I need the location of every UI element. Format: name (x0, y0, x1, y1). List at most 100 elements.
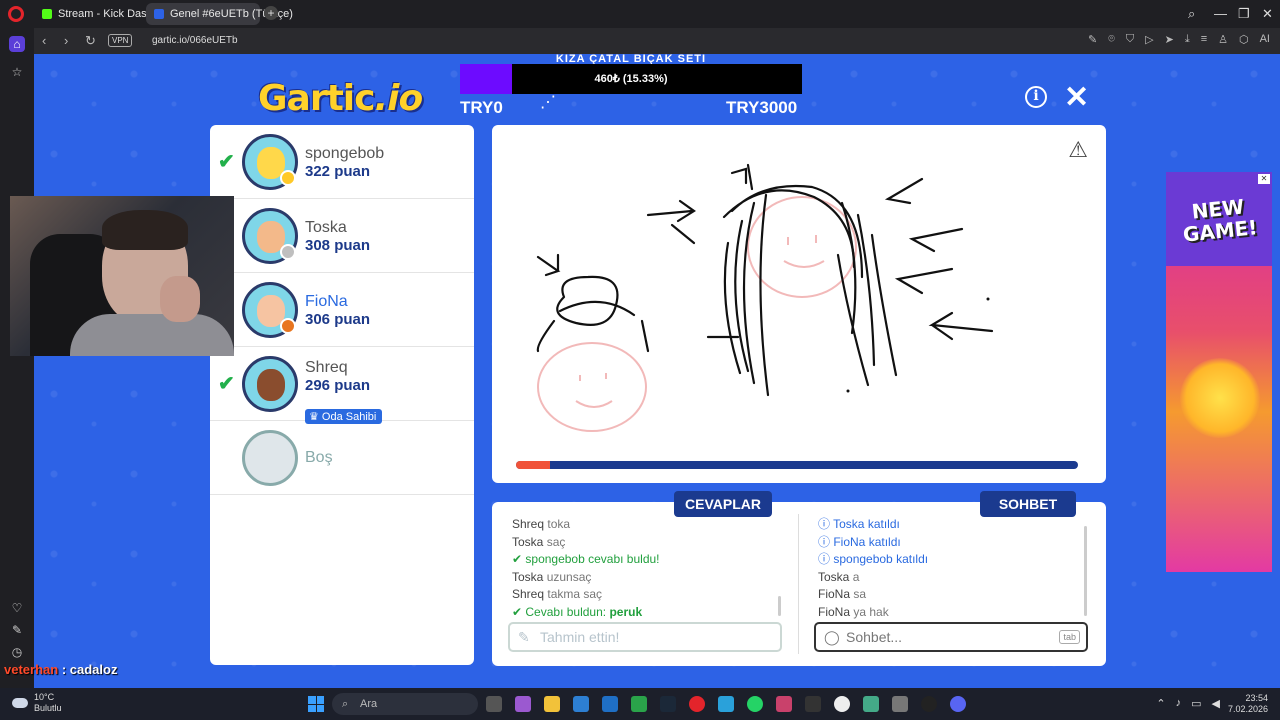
taskbar-apps (486, 696, 966, 712)
ad-close-icon[interactable]: ✕ (1258, 174, 1270, 184)
new-tab-button[interactable]: + (264, 6, 278, 20)
weather-desc: Bulutlu (34, 703, 62, 713)
info-icon: ⓘ (818, 552, 834, 566)
answer-word: peruk (609, 604, 643, 619)
file-explorer-icon[interactable] (544, 696, 560, 712)
info-icon[interactable]: i (1025, 86, 1047, 108)
star-icon[interactable]: ☆ (9, 64, 25, 80)
extensions-icon[interactable]: ⬡ (1239, 33, 1249, 46)
url-field[interactable]: gartic.io/066eUETb (152, 35, 238, 46)
profile-icon[interactable]: ♙ (1218, 33, 1228, 46)
clock-time: 23:54 (1245, 693, 1268, 703)
xbox-icon[interactable] (631, 696, 647, 712)
share-icon[interactable]: ⋰ (540, 92, 556, 112)
ad-text: NEW GAME! (1172, 193, 1266, 246)
send-icon[interactable]: ➤ (1165, 33, 1174, 46)
shield-icon[interactable]: ⛉ (1126, 33, 1134, 46)
epic-games-icon[interactable] (805, 696, 821, 712)
home-icon[interactable]: ⌂ (9, 36, 25, 52)
advertisement[interactable]: NEW GAME! ✕ (1166, 172, 1272, 572)
forward-icon[interactable]: › (64, 33, 68, 48)
whatsapp-icon[interactable] (747, 696, 763, 712)
stream-chat-message: : cadaloz (61, 662, 118, 677)
github-icon[interactable] (921, 696, 937, 712)
task-view-icon[interactable] (486, 696, 502, 712)
drawing-canvas[interactable]: ⚠ (492, 125, 1106, 483)
taskbar-search[interactable]: ⌕ Ara (332, 693, 478, 715)
store-icon[interactable] (573, 696, 589, 712)
vpn-badge[interactable]: VPN (108, 34, 133, 47)
camera-icon[interactable]: ⌾ (1108, 33, 1115, 46)
tab-kick-dashboard[interactable]: Stream - Kick Dashboard (34, 3, 181, 25)
player-list: ✔ spongebob 322 puan Toska 308 puan FioN… (210, 125, 474, 665)
download-icon[interactable]: ⤓ (1185, 33, 1190, 46)
windows-start-icon[interactable] (308, 696, 324, 712)
drawing (536, 163, 994, 432)
chevron-up-icon[interactable]: ⌃ (1156, 697, 1165, 710)
address-bar: ‹ › ↻ VPN gartic.io/066eUETb ✎ ⌾ ⛉ ▷ ➤ ⤓… (34, 28, 1280, 54)
ad-sun-image (1180, 358, 1260, 438)
obs-icon[interactable] (834, 696, 850, 712)
monitor-icon[interactable]: ▭ (1191, 697, 1201, 710)
maximize-button[interactable]: ❐ (1238, 6, 1250, 22)
clock-date: 7.02.2026 (1227, 704, 1268, 714)
volume-icon[interactable]: ◀ (1212, 697, 1220, 710)
info-icon: ⓘ (818, 517, 834, 531)
opera-logo-icon[interactable] (8, 6, 24, 22)
app-icon[interactable] (863, 696, 879, 712)
ai-button[interactable]: AI (1260, 33, 1270, 46)
player-row: ✔ Shreq 296 puan ♛ Oda Sahibi (210, 347, 474, 424)
message-user: Toska (818, 569, 850, 584)
donation-goal-max: TRY3000 (726, 98, 798, 117)
play-icon[interactable]: ▷ (1145, 33, 1153, 46)
player-name: FioNa (305, 293, 348, 310)
tab-chat[interactable]: SOHBET (980, 491, 1076, 517)
menu-icon[interactable]: ≡ (1201, 33, 1207, 46)
weather-widget[interactable]: 10°C Bulutlu (12, 692, 62, 714)
chat-message: ✔ Cevabı buldun: peruk (512, 604, 782, 622)
empty-slot[interactable]: Boş (210, 421, 474, 495)
history-icon[interactable]: ◷ (9, 644, 25, 660)
chat-scrollbar[interactable] (1084, 526, 1087, 616)
reload-icon[interactable]: ↻ (85, 33, 96, 49)
message-text: Cevabı buldun: (525, 604, 610, 619)
opera-taskbar-icon[interactable] (689, 696, 705, 712)
headset-app-icon[interactable] (776, 696, 792, 712)
guess-input[interactable]: ✎ Tahmin ettin! (508, 622, 782, 652)
edit-icon[interactable]: ✎ (9, 622, 25, 638)
player-score: 306 puan (305, 311, 371, 328)
round-timer-fill (516, 461, 550, 469)
player-badge-icon (280, 170, 296, 186)
heart-icon[interactable]: ♡ (9, 600, 25, 616)
telegram-icon[interactable] (718, 696, 734, 712)
taskbar-clock[interactable]: 23:54 7.02.2026 (1228, 693, 1268, 715)
outlook-icon[interactable] (602, 696, 618, 712)
message-text: saç (543, 534, 566, 549)
copilot-icon[interactable] (515, 696, 531, 712)
calculator-icon[interactable] (892, 696, 908, 712)
message-text: takma saç (544, 587, 603, 601)
discord-icon[interactable] (950, 696, 966, 712)
chat-message: ⓘ Toska katıldı (818, 516, 1088, 534)
edit-page-icon[interactable]: ✎ (1088, 33, 1097, 46)
minimize-button[interactable]: — (1214, 6, 1227, 21)
tab-gartic[interactable]: Genel #6eUETb (Türkçe) (146, 3, 293, 25)
cloud-icon (12, 698, 28, 708)
chat-input[interactable]: ◯ Sohbet... tab (814, 622, 1088, 652)
chat-message: Toska a (818, 569, 1088, 587)
back-icon[interactable]: ‹ (42, 33, 46, 48)
message-user: FioNa (818, 604, 851, 619)
message-user: Shreq (512, 517, 545, 531)
tab-answers[interactable]: CEVAPLAR (674, 491, 772, 517)
close-window-button[interactable]: ✕ (1262, 6, 1273, 22)
pink-sketch (537, 196, 857, 432)
steam-icon[interactable] (660, 696, 676, 712)
close-icon[interactable]: ✕ (1064, 80, 1089, 115)
mic-icon[interactable]: ♪ (1176, 697, 1182, 710)
answers-scrollbar[interactable] (778, 596, 781, 616)
black-sketch (536, 163, 994, 397)
gartic-favicon-icon (154, 9, 164, 19)
chat-message: ⓘ spongebob katıldı (818, 551, 1088, 569)
browser-search-icon[interactable]: ⌕ (1188, 6, 1195, 22)
guess-placeholder: Tahmin ettin! (540, 629, 620, 645)
